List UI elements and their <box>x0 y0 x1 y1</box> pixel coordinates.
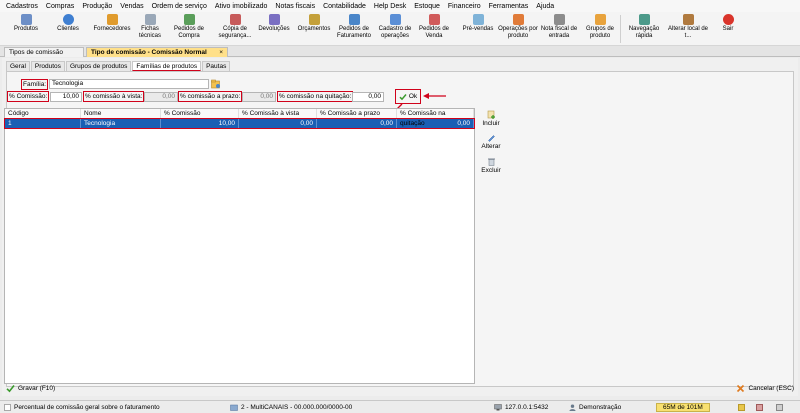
gravar-button[interactable]: Gravar (F10) <box>6 384 55 393</box>
cell-comissao-prazo: 0,00 <box>317 119 397 128</box>
lock-icon <box>738 404 745 411</box>
grid-header: Código Nome % Comissão % Comissão à vist… <box>5 109 474 127</box>
add-icon <box>487 110 495 119</box>
cancelar-button[interactable]: Cancelar (ESC) <box>736 384 794 393</box>
building-icon <box>230 404 238 411</box>
cell-codigo: 1 <box>5 119 81 128</box>
trash-icon <box>487 158 495 166</box>
familias-grid: Código Nome % Comissão % Comissão à vist… <box>4 108 475 384</box>
cell-nome: Tecnologia <box>81 119 161 128</box>
cell-comissao-avista: 0,00 <box>239 119 317 128</box>
column-comissao[interactable]: % Comissão <box>161 109 239 118</box>
column-comissao-prazo[interactable]: % Comissão a prazo <box>317 109 397 118</box>
status-company: 2 - MultiCANAIS - 00.000.000/0000-00 <box>230 403 352 412</box>
incluir-button[interactable]: Incluir <box>478 110 504 127</box>
status-user: Demonstração <box>569 403 621 412</box>
status-server: 127.0.0.1:5432 <box>494 403 548 412</box>
status-bar: Percentual de comissão geral sobre o fat… <box>0 400 800 413</box>
cancel-icon <box>737 384 745 393</box>
column-comissao-quitacao[interactable]: % Comissão na quitação <box>397 109 474 127</box>
status-hint: Percentual de comissão geral sobre o fat… <box>4 403 160 412</box>
user-icon <box>569 404 576 411</box>
resize-icon <box>776 404 783 411</box>
table-row[interactable]: 1 Tecnologia 10,00 0,00 0,00 0,00 <box>4 118 475 129</box>
column-codigo[interactable]: Código <box>5 109 81 118</box>
memory-indicator: 65M de 101M <box>656 403 710 412</box>
info-icon <box>4 404 11 411</box>
pencil-icon <box>487 135 495 142</box>
server-icon <box>494 404 502 411</box>
checkmark-icon <box>6 385 15 393</box>
column-comissao-avista[interactable]: % Comissão à vista <box>239 109 317 118</box>
form-footer: Gravar (F10) Cancelar (ESC) <box>0 381 800 395</box>
excluir-button[interactable]: Excluir <box>478 157 504 174</box>
alert-icon <box>756 404 763 411</box>
column-nome[interactable]: Nome <box>81 109 161 118</box>
alterar-button[interactable]: Alterar <box>478 133 504 150</box>
cell-comissao-quitacao: 0,00 <box>397 119 474 128</box>
cell-comissao: 10,00 <box>161 119 239 128</box>
